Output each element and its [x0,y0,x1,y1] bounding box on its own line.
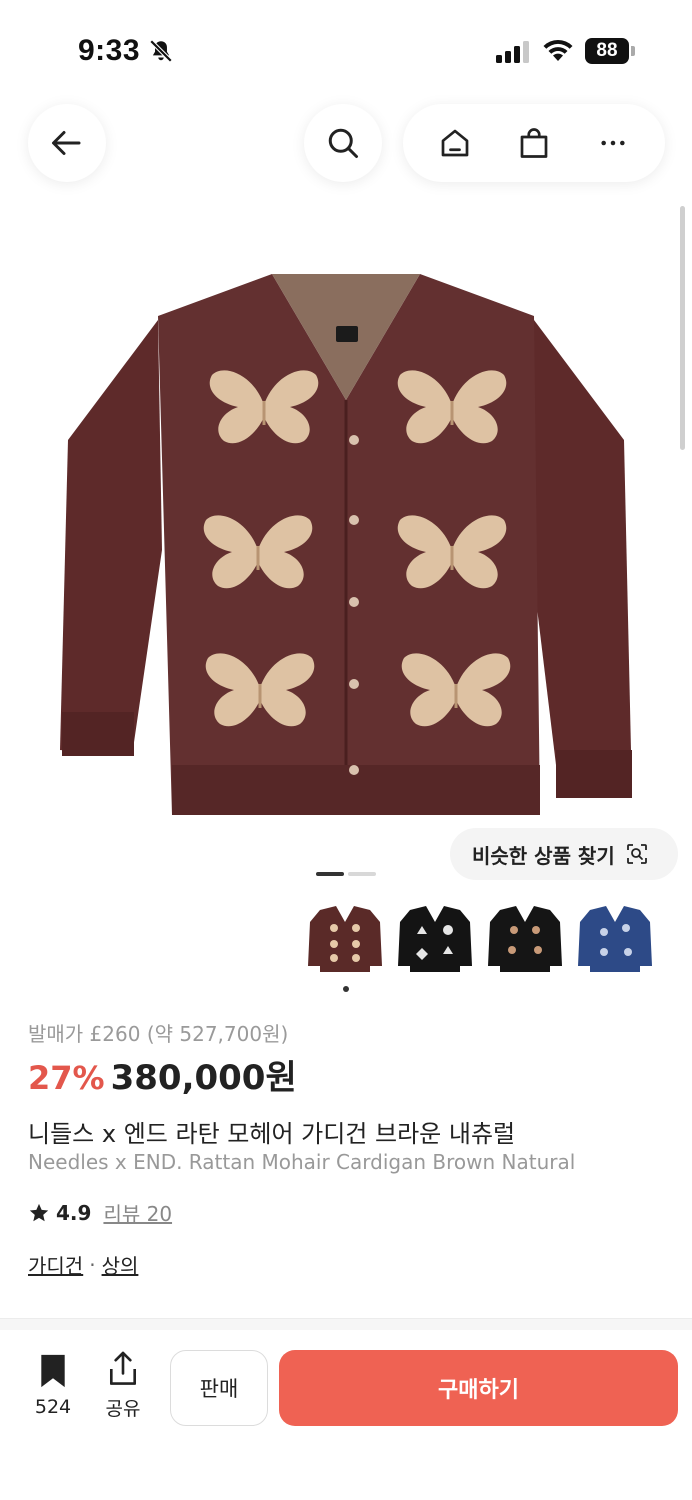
find-similar-button[interactable]: 비슷한 상품 찾기 [450,828,678,880]
section-divider [0,1318,692,1330]
share-button[interactable]: 공유 [98,1350,148,1422]
battery-cap [631,46,635,56]
search-icon [328,128,358,158]
thumbnail-brown[interactable] [306,902,384,976]
category-link-tops[interactable]: 상의 [102,1250,139,1279]
release-price: 발매가 £260 (약 527,700원) [28,1022,289,1046]
scroll-indicator[interactable] [680,206,685,450]
shopping-bag-icon [520,128,548,158]
discount-rate: 27% [28,1059,105,1097]
more-horizontal-icon [601,140,625,146]
battery-indicator: 88 [585,38,635,64]
battery-level: 88 [585,38,629,64]
sale-price: 380,000원 [110,1058,297,1098]
thumbnail-strip [306,902,658,976]
bell-slash-icon [148,38,174,68]
thumbnail-black-cards[interactable] [396,902,474,976]
arrow-left-icon [52,131,81,155]
search-button[interactable] [304,104,382,182]
home-button[interactable] [425,113,485,173]
bookmark-icon [41,1354,65,1388]
home-icon [441,129,469,157]
category-separator: · [89,1252,96,1277]
wifi-icon [542,39,574,67]
rating-value: 4.9 [56,1200,92,1225]
bookmark-button[interactable]: 524 [28,1352,78,1422]
bottom-action-bar: 524 공유 판매 구매하기 [0,1330,692,1500]
cardigan-illustration [60,274,632,815]
product-name-korean: 니들스 x 엔드 라탄 모헤어 가디건 브라운 내츄럴 [28,1120,516,1148]
category-link-cardigan[interactable]: 가디건 [28,1250,83,1279]
thumbnail-black-butterfly[interactable] [486,902,564,976]
more-button[interactable] [583,113,643,173]
nav-action-group [403,104,665,182]
image-search-icon [626,844,647,864]
star-icon [29,1203,49,1221]
bookmark-count: 524 [34,1396,72,1418]
buy-button[interactable]: 구매하기 [279,1350,678,1426]
sell-button[interactable]: 판매 [170,1350,268,1426]
find-similar-label: 비슷한 상품 찾기 [472,843,615,868]
category-breadcrumb: 가디건 · 상의 [28,1250,138,1279]
thumbnail-selected-dot [343,986,349,992]
status-bar: 9:33 88 [0,0,692,100]
image-pager-inactive [348,872,376,876]
price-row: 27% 380,000원 [28,1050,297,1099]
thumbnail-navy[interactable] [576,902,654,976]
share-label: 공유 [105,1398,141,1420]
share-icon [109,1351,137,1385]
product-name-english: Needles x END. Rattan Mohair Cardigan Br… [28,1150,576,1174]
cellular-signal-icon [496,41,532,67]
image-pager-active [316,872,344,876]
product-image[interactable] [40,250,652,840]
shopping-bag-button[interactable] [504,113,564,173]
back-button[interactable] [28,104,106,182]
rating-row: 4.9 리뷰 20 [28,1198,172,1227]
review-link[interactable]: 리뷰 20 [103,1198,172,1227]
status-time: 9:33 [78,34,141,67]
